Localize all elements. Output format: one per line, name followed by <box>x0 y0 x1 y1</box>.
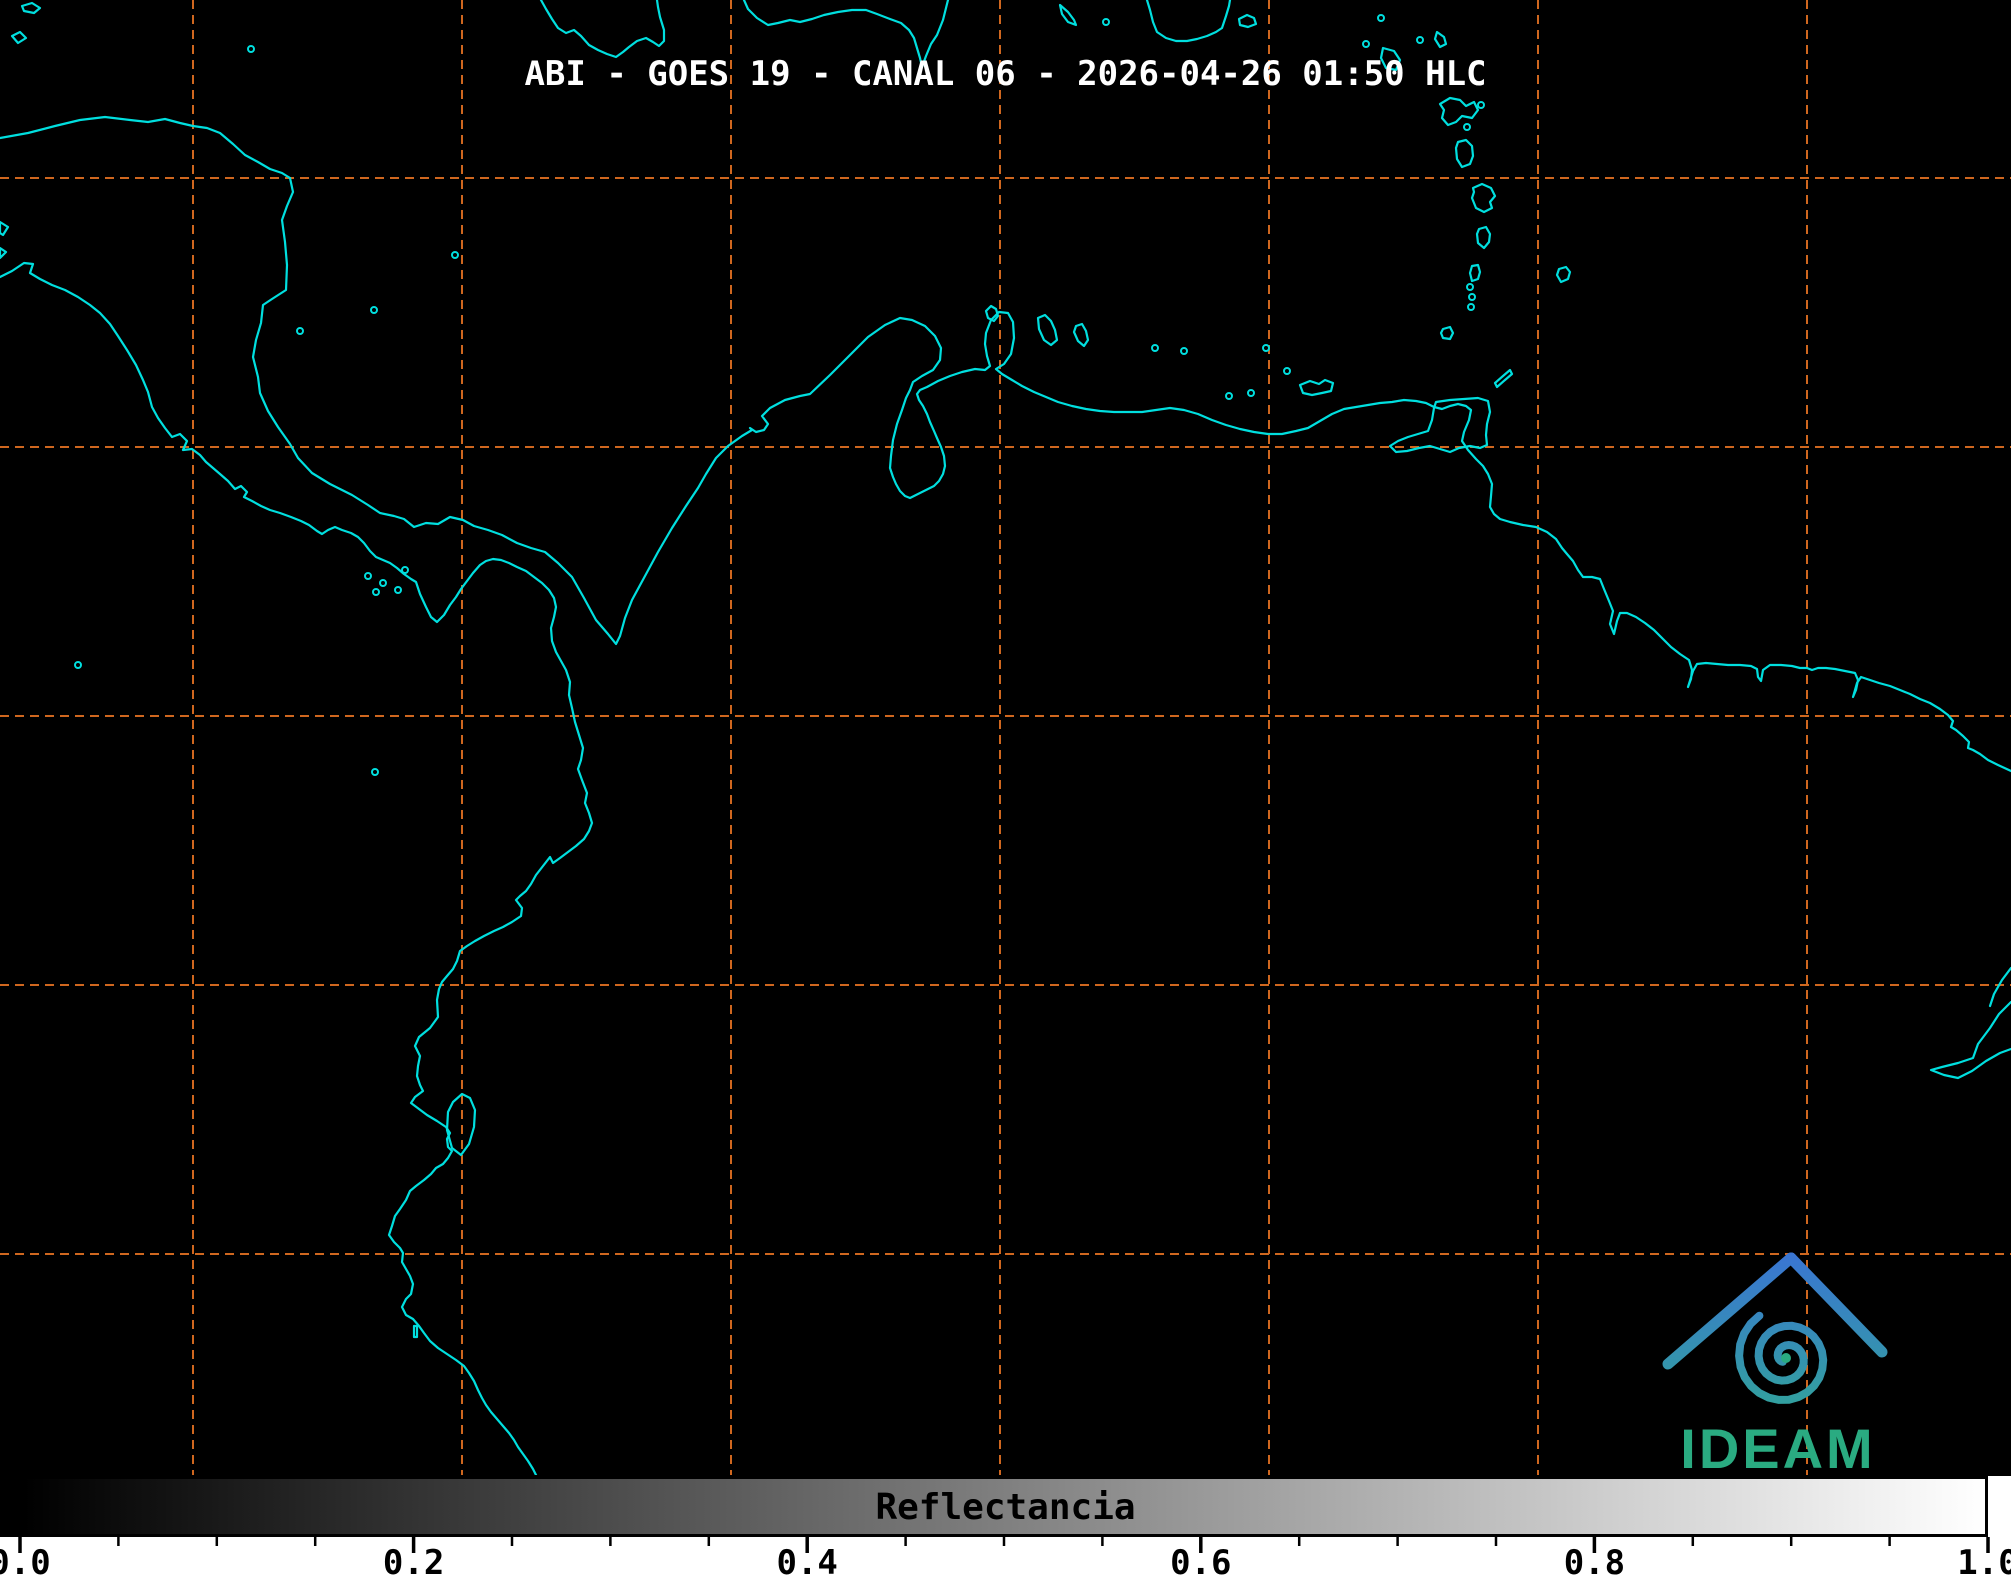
island-dot <box>247 45 255 53</box>
island-dot <box>1102 18 1110 26</box>
coastline-path <box>1988 966 2011 1008</box>
coastline-path <box>1438 96 1480 127</box>
colorbar-tick-label: 0.4 <box>776 1543 837 1577</box>
colorbar-label: Reflectancia <box>875 1487 1136 1528</box>
island-dot <box>1262 344 1270 352</box>
ideam-logo-text: IDEAM <box>1680 1417 1875 1480</box>
island-dot <box>1468 293 1476 301</box>
coastline-path <box>412 1324 419 1339</box>
coastlines <box>0 0 2011 1475</box>
island-dot <box>74 661 82 669</box>
island-dot <box>1416 36 1424 44</box>
island-dot <box>364 572 372 580</box>
coastline-path <box>1298 378 1335 397</box>
island-dot <box>296 327 304 335</box>
island-dot <box>451 251 459 259</box>
coastline-path <box>1433 30 1448 49</box>
coastline-path <box>1388 396 1492 454</box>
island-dot <box>394 586 402 594</box>
coastline-path <box>1475 225 1492 250</box>
island-dot <box>1283 367 1291 375</box>
logo-mountain-stroke <box>1785 1252 1888 1358</box>
island-dot <box>1362 40 1370 48</box>
island-dot <box>371 768 379 776</box>
coastline-path <box>1454 138 1475 169</box>
colorbar-tick-label: 0.6 <box>1170 1543 1231 1577</box>
island-dot <box>1180 347 1188 355</box>
island-dot <box>372 588 380 596</box>
ideam-logo: IDEAM <box>1662 1252 1888 1480</box>
coastline-path <box>1237 13 1258 29</box>
logo-spiral-center <box>1781 1353 1791 1363</box>
coastline-path <box>1493 368 1514 389</box>
island-dot <box>1151 344 1159 352</box>
coastline-path <box>0 261 594 1475</box>
coastline-path <box>20 1 42 15</box>
coastline-path <box>1468 263 1482 283</box>
map-canvas: 0.0 0.2 0.4 0.6 0.8 1.0 IDEAM <box>0 0 2011 1577</box>
image-title: ABI - GOES 19 - CANAL 06 - 2026-04-26 01… <box>524 54 1487 94</box>
coastline-path <box>1058 3 1078 27</box>
colorbar-ticks: 0.0 0.2 0.4 0.6 0.8 1.0 <box>0 1537 2011 1577</box>
island-dot <box>1247 389 1255 397</box>
coastline-path <box>1072 322 1090 348</box>
coastline-path <box>1439 325 1455 341</box>
coastline-path <box>1555 265 1572 284</box>
coastline-path <box>0 246 8 260</box>
island-dot <box>1225 392 1233 400</box>
coastline-path <box>1036 313 1059 347</box>
coastline-path <box>1470 182 1497 214</box>
satellite-image-screen: ABI - GOES 19 - CANAL 06 - 2026-04-26 01… <box>0 0 2011 1577</box>
colorbar-tick-label: 0.8 <box>1564 1543 1625 1577</box>
island-dot <box>401 566 409 574</box>
island-dot <box>1466 283 1474 291</box>
colorbar-tick-label: 1.0 <box>1957 1543 2011 1577</box>
colorbar-tick-label: 0.0 <box>0 1543 51 1577</box>
coastline-path <box>539 0 666 59</box>
coastline-path <box>10 30 28 45</box>
island-dot <box>1377 14 1385 22</box>
island-dot <box>1477 101 1485 109</box>
map-graticule <box>0 0 2011 1475</box>
coastline-path <box>1929 1000 2011 1080</box>
coastline-path <box>0 220 10 237</box>
colorbar-tick-label: 0.2 <box>383 1543 444 1577</box>
island-dot <box>1467 303 1475 311</box>
island-dot <box>379 579 387 587</box>
coastline-path <box>1145 0 1232 43</box>
island-dot <box>370 306 378 314</box>
coastline-path <box>0 115 2011 773</box>
island-dot <box>1463 123 1471 131</box>
